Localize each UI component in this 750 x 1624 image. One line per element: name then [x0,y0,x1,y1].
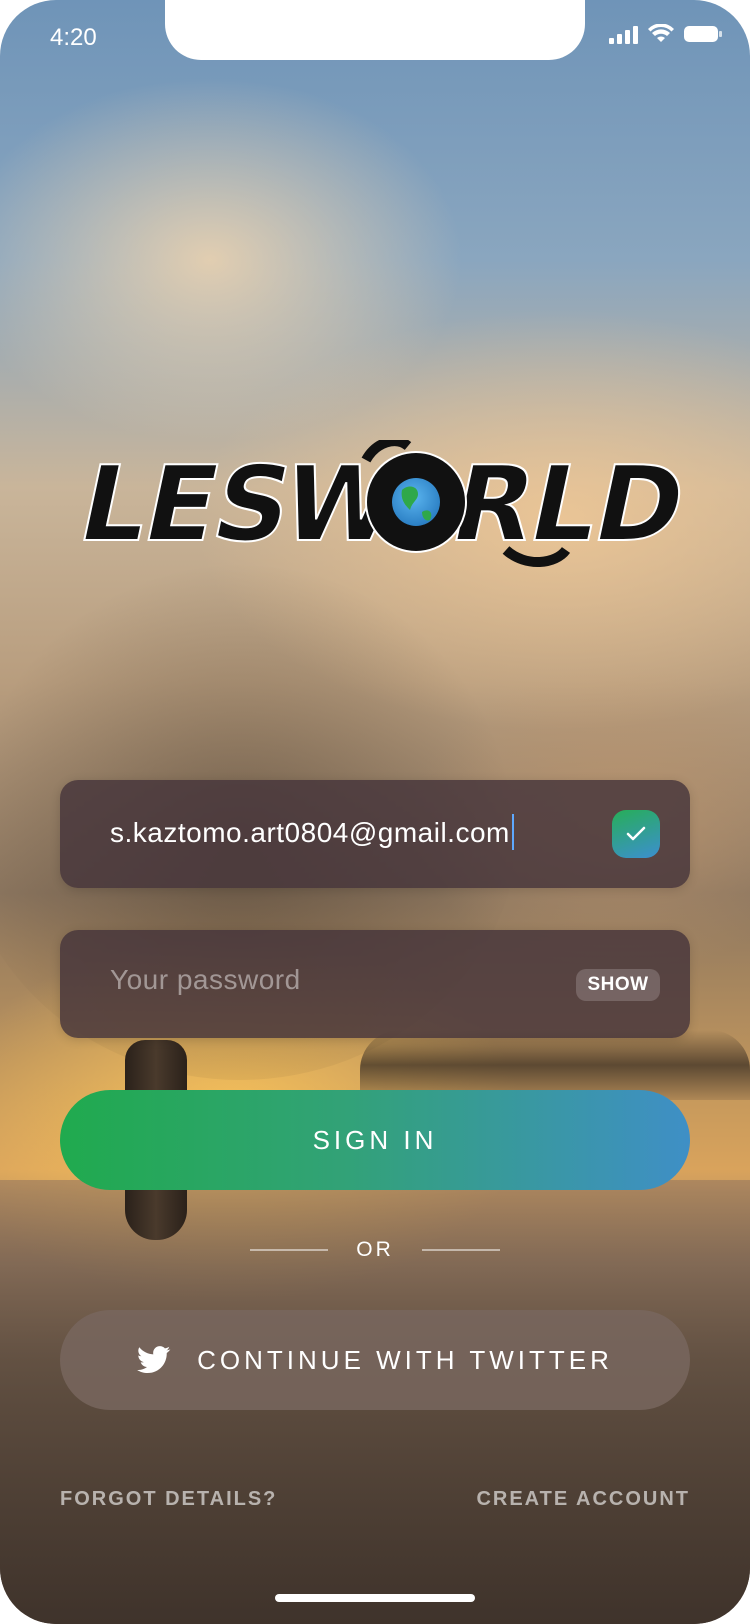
divider-line-left [250,1249,329,1251]
twitter-button-label: CONTINUE WITH TWITTER [197,1344,613,1375]
or-divider: OR [0,1238,750,1262]
cellular-signal-icon [609,24,638,44]
twitter-bird-icon [137,1346,171,1374]
email-valid-badge [612,810,660,858]
status-time: 4:20 [50,24,97,51]
status-icons [609,24,722,44]
or-label: OR [356,1238,394,1261]
svg-text:LES: LES [69,443,301,565]
battery-icon [684,26,722,42]
continue-with-twitter-button[interactable]: CONTINUE WITH TWITTER [60,1310,690,1410]
email-text: s.kaztomo.art0804@gmail.com [110,817,510,848]
text-caret [511,814,514,850]
svg-text:RLD: RLD [441,443,686,565]
password-placeholder: Your password [110,964,301,995]
phone-screen: 4:20 LES W RLD s.kaztomo.art0804@gmail.c… [0,0,750,1624]
email-input-value: s.kaztomo.art0804@gmail.com [110,814,514,850]
email-field[interactable]: s.kaztomo.art0804@gmail.com [60,780,690,888]
show-password-button[interactable]: SHOW [576,969,660,1001]
password-field[interactable]: Your password SHOW [60,930,690,1038]
create-account-link[interactable]: CREATE ACCOUNT [476,1488,690,1511]
wifi-icon [648,24,674,42]
sign-in-label: SIGN IN [312,1124,438,1155]
sign-in-button[interactable]: SIGN IN [60,1090,690,1190]
forgot-details-link[interactable]: FORGOT DETAILS? [60,1488,277,1511]
check-icon [626,826,646,841]
notch [165,0,585,60]
home-indicator[interactable] [275,1594,475,1602]
divider-line-right [421,1249,500,1251]
leswold-logo: LES W RLD [68,440,686,568]
